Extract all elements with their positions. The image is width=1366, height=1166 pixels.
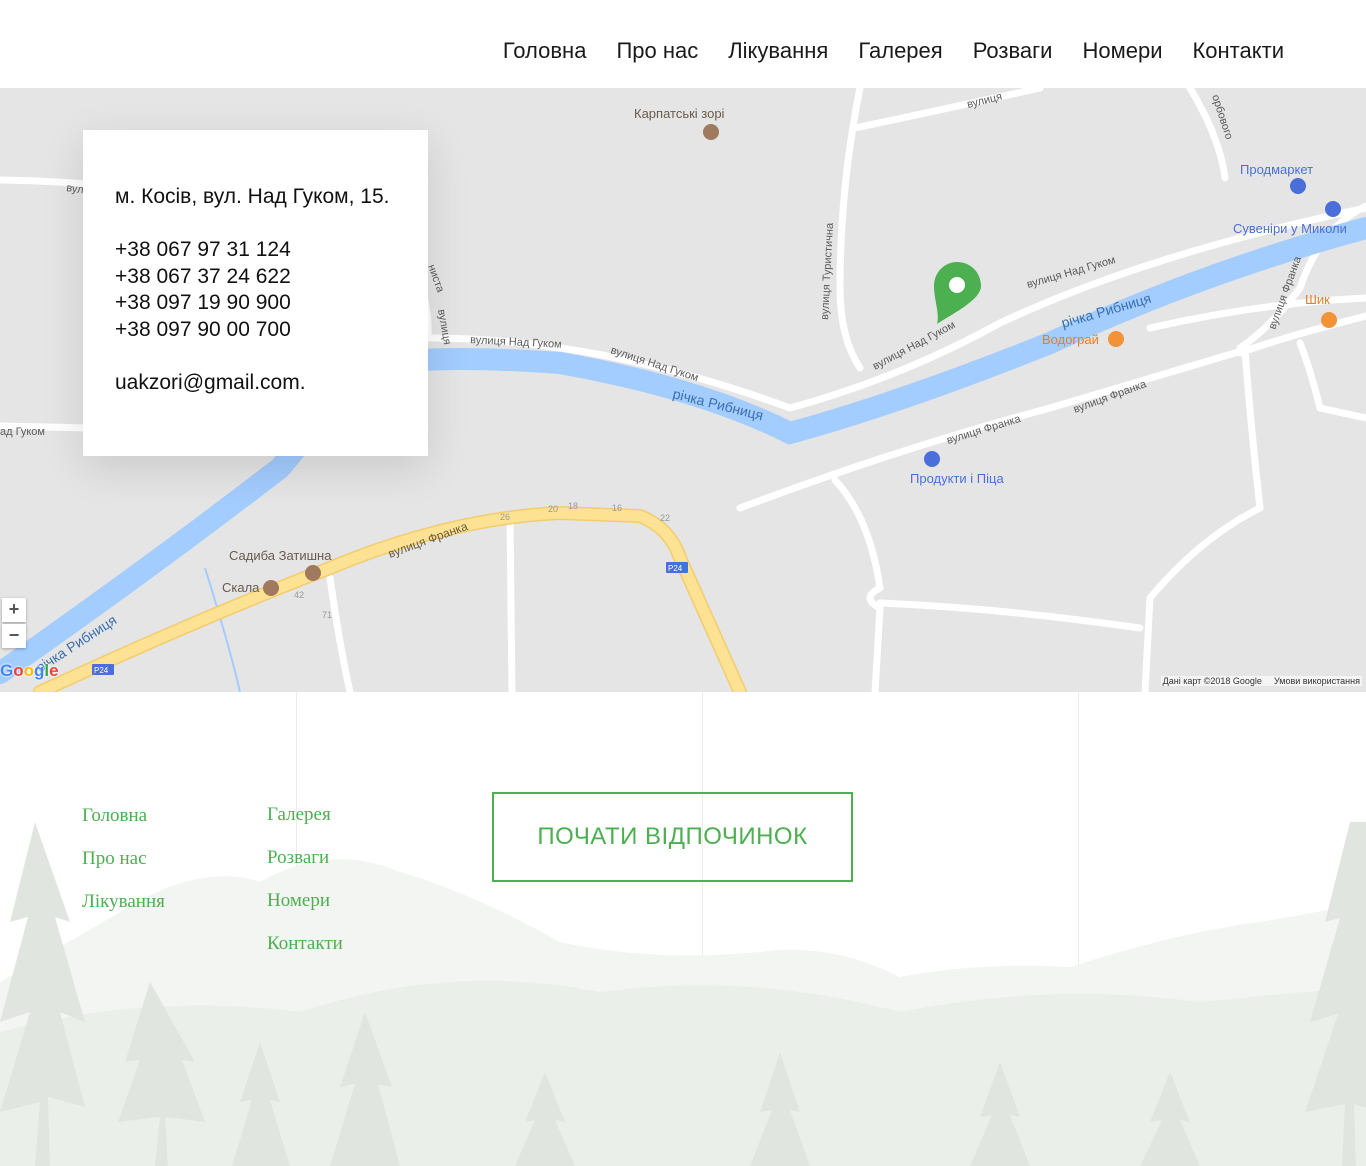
footer-nav-column: Галерея Розваги Номери Контакти [267, 803, 343, 975]
site-footer: Головна Про нас Лікування Галерея Розваг… [0, 692, 1366, 1166]
map-label-number: 22 [660, 513, 670, 523]
map-label-number: 71 [322, 610, 332, 620]
zoom-in-button[interactable]: + [2, 598, 26, 622]
map-label-number: 26 [500, 512, 510, 522]
contact-phone[interactable]: +38 097 90 00 700 [115, 317, 428, 344]
nav-item-gallery[interactable]: Галерея [858, 37, 942, 65]
map-label-poi: Водограй [1042, 332, 1099, 347]
hotel-icon [703, 124, 719, 140]
hotel-icon [263, 580, 279, 596]
forest-background [0, 822, 1366, 1166]
map-label-road: P24 [94, 666, 109, 675]
map-label-poi: Продукти і Піца [910, 471, 1004, 486]
restaurant-icon [1108, 331, 1124, 347]
google-logo-letter: G [0, 661, 14, 680]
google-logo-letter: e [49, 661, 59, 680]
nav-item-contacts[interactable]: Контакти [1192, 37, 1284, 65]
nav-item-rooms[interactable]: Номери [1082, 37, 1162, 65]
site-header: Головна Про нас Лікування Галерея Розваг… [0, 0, 1366, 88]
footer-link-entertainment[interactable]: Розваги [267, 846, 343, 889]
google-logo: Google [0, 661, 59, 681]
nav-item-about[interactable]: Про нас [616, 37, 698, 65]
footer-link-contacts[interactable]: Контакти [267, 932, 343, 975]
map-label-number: 20 [548, 504, 558, 514]
zoom-out-button[interactable]: − [2, 624, 26, 648]
map-label-street: вул [66, 182, 85, 196]
nav-item-entertainment[interactable]: Розваги [973, 37, 1053, 65]
start-vacation-button[interactable]: ПОЧАТИ ВІДПОЧИНОК [492, 792, 853, 882]
map-label-poi: Садиба Затишна [229, 548, 332, 563]
google-logo-letter: g [34, 661, 45, 680]
google-logo-letter: o [13, 661, 24, 680]
contact-phone[interactable]: +38 067 97 31 124 [115, 237, 428, 264]
footer-link-rooms[interactable]: Номери [267, 889, 343, 932]
contact-email[interactable]: uakzori@gmail.com. [115, 370, 428, 397]
map-label-poi: Продмаркет [1240, 162, 1313, 177]
map-label-poi: Сувеніри у Миколи [1233, 221, 1347, 236]
map-data-credit: Дані карт ©2018 Google [1162, 676, 1262, 686]
footer-link-home[interactable]: Головна [82, 804, 165, 847]
footer-nav-column: Головна Про нас Лікування [82, 804, 165, 933]
map-label-poi: Карпатські зорі [634, 106, 725, 121]
map-attribution: Дані карт ©2018 Google Умови використанн… [1160, 676, 1362, 686]
map-label-number: 42 [294, 590, 304, 600]
contact-phone[interactable]: +38 097 19 90 900 [115, 290, 428, 317]
nav-item-treatment[interactable]: Лікування [728, 37, 828, 65]
map-label-poi: Скала [222, 580, 260, 595]
contact-address: м. Косів, вул. Над Гуком, 15. [115, 185, 390, 208]
main-nav: Головна Про нас Лікування Галерея Розваг… [503, 37, 1284, 65]
hotel-icon [305, 565, 321, 581]
map-label-road: P24 [668, 564, 683, 573]
nav-item-home[interactable]: Головна [503, 37, 587, 65]
footer-link-gallery[interactable]: Галерея [267, 803, 343, 846]
map-label-street: ад Гуком [0, 426, 45, 438]
contact-card: м. Косів, вул. Над Гуком, 15. +38 067 97… [83, 130, 428, 456]
footer-link-treatment[interactable]: Лікування [82, 890, 165, 933]
google-logo-letter: o [23, 661, 35, 680]
shop-icon [924, 451, 940, 467]
cafe-icon [1321, 312, 1337, 328]
map-terms-link[interactable]: Умови використання [1274, 676, 1360, 686]
map-label-poi: Шик [1305, 292, 1330, 307]
shop-icon [1325, 201, 1341, 217]
shop-icon [1290, 178, 1306, 194]
footer-link-about[interactable]: Про нас [82, 847, 165, 890]
map-label-number: 16 [612, 503, 622, 513]
map-label-number: 18 [568, 501, 578, 511]
street [506, 514, 516, 692]
contact-phone[interactable]: +38 067 37 24 622 [115, 264, 428, 291]
